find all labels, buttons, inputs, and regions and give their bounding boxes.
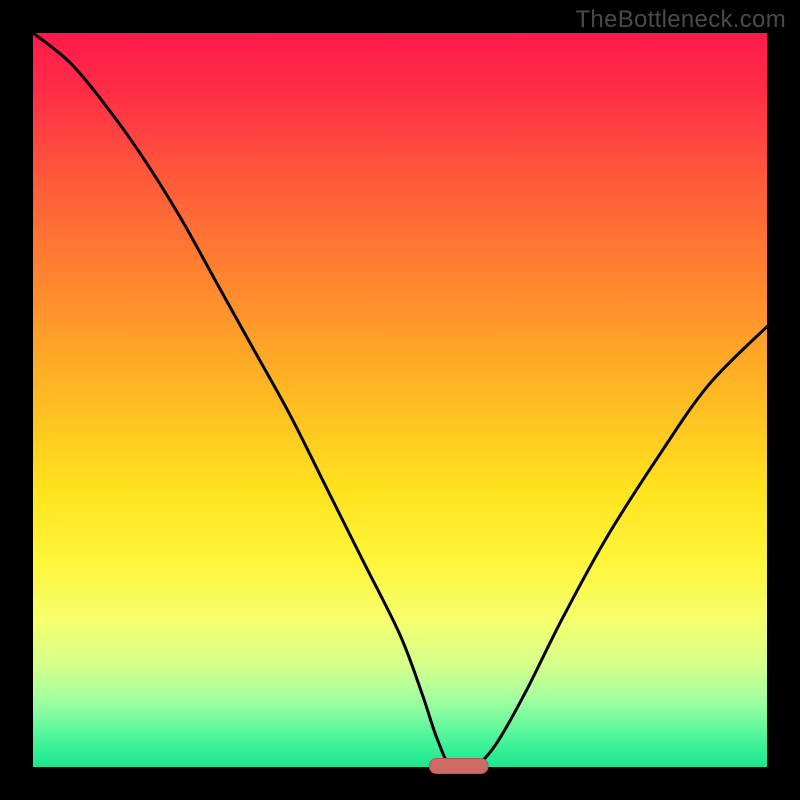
optimal-marker (429, 759, 488, 774)
watermark-label: TheBottleneck.com (575, 6, 786, 34)
plot-background (33, 33, 767, 767)
bottleneck-chart (0, 0, 800, 800)
chart-frame: TheBottleneck.com (0, 0, 800, 800)
